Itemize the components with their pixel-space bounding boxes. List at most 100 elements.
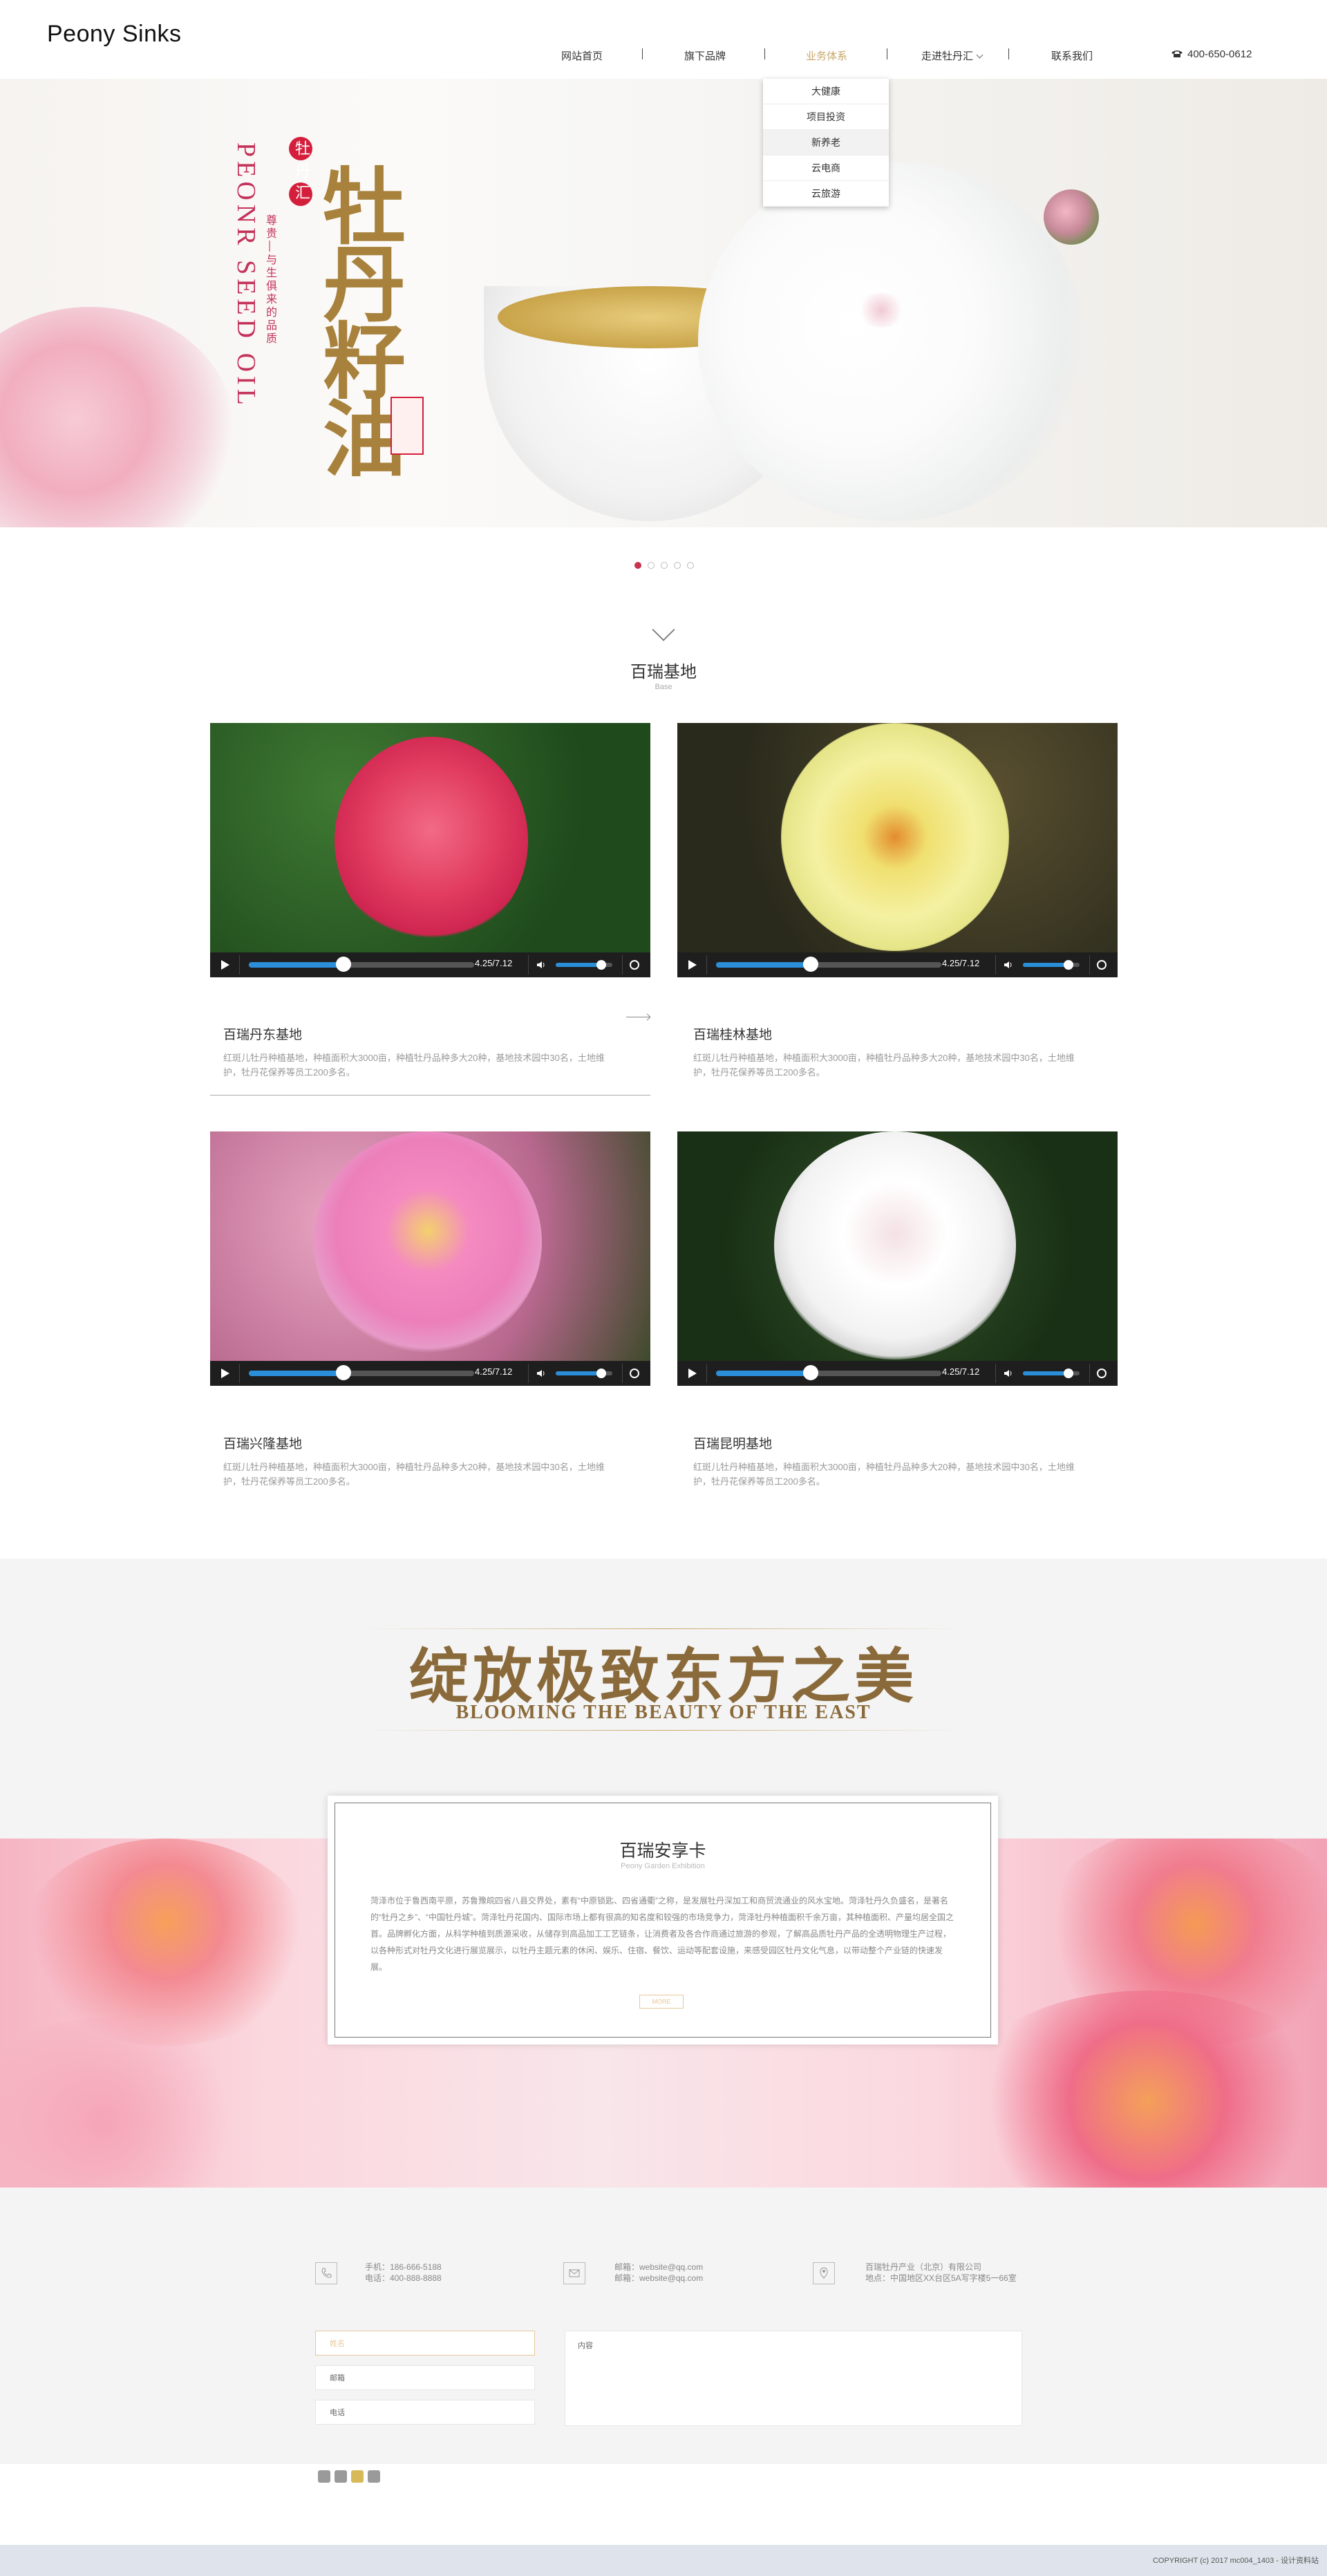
message-textarea[interactable]: 内容 xyxy=(565,2331,1022,2426)
phone-text: 400-650-0612 xyxy=(1187,48,1252,60)
carousel-dot-2[interactable] xyxy=(648,562,655,569)
section-subtitle: Base xyxy=(655,683,672,691)
logo[interactable]: Peony Sinks xyxy=(47,21,182,48)
header: Peony Sinks 网站首页 旗下品牌 业务体系 走进牡丹汇 联系我们 40… xyxy=(0,0,1327,79)
nav-brands[interactable]: 旗下品牌 xyxy=(684,48,726,63)
card-description: 红斑儿牡丹种植基地，种植面积大3000亩，种植牡丹品种多大20种，基地技术园中3… xyxy=(223,1053,605,1078)
location-icon xyxy=(813,2262,835,2284)
volume-icon[interactable] xyxy=(1004,1369,1013,1378)
video-controls: 4.25/7.12 xyxy=(210,1361,650,1386)
carousel-dot-5[interactable] xyxy=(687,562,694,569)
carousel-dot-3[interactable] xyxy=(661,562,668,569)
control-divider xyxy=(239,955,240,975)
share-icon[interactable] xyxy=(368,2470,380,2483)
yellow-peony-image xyxy=(677,723,1118,952)
card-title[interactable]: 百瑞昆明基地 xyxy=(693,1433,772,1452)
carousel-dots xyxy=(634,560,700,572)
yellow-peony xyxy=(781,723,1009,951)
fullscreen-icon[interactable] xyxy=(630,1369,639,1378)
volume-knob[interactable] xyxy=(596,1369,606,1378)
progress-knob[interactable] xyxy=(335,957,351,972)
pink-peony xyxy=(314,1131,542,1353)
nav-contact[interactable]: 联系我们 xyxy=(1051,48,1093,63)
video-time: 4.25/7.12 xyxy=(475,958,513,968)
peony-bud-image xyxy=(1044,189,1099,245)
red-peony xyxy=(335,737,528,944)
carousel-dot-4[interactable] xyxy=(674,562,681,569)
blooming-subtitle: BLOOMING THE BEAUTY OF THE EAST xyxy=(455,1702,872,1723)
qq-icon[interactable] xyxy=(335,2470,347,2483)
white-peony-image xyxy=(698,162,1085,521)
volume-knob[interactable] xyxy=(1063,960,1073,970)
pink-peony-image xyxy=(0,307,235,527)
video-player[interactable]: 4.25/7.12 xyxy=(677,723,1118,977)
chevron-down-icon[interactable] xyxy=(652,618,675,641)
progress-bar[interactable] xyxy=(716,1371,941,1376)
card-title[interactable]: 百瑞兴隆基地 xyxy=(223,1433,302,1452)
dropdown-item-ecommerce[interactable]: 云电商 xyxy=(763,156,889,181)
volume-icon[interactable] xyxy=(536,960,546,970)
video-player[interactable]: 4.25/7.12 xyxy=(210,723,650,977)
card-title[interactable]: 百瑞丹东基地 xyxy=(223,1024,302,1043)
nav-business[interactable]: 业务体系 xyxy=(806,48,847,63)
weibo-icon[interactable] xyxy=(318,2470,330,2483)
control-divider xyxy=(1089,955,1090,975)
wechat-icon[interactable] xyxy=(351,2470,364,2483)
control-divider xyxy=(622,955,623,975)
play-icon[interactable] xyxy=(688,960,697,970)
nav-divider xyxy=(1008,48,1009,59)
fullscreen-icon[interactable] xyxy=(1097,960,1107,970)
nav-about[interactable]: 走进牡丹汇 xyxy=(921,48,984,63)
video-player[interactable]: 4.25/7.12 xyxy=(210,1131,650,1386)
progress-bar[interactable] xyxy=(249,962,474,968)
dropdown-item-investment[interactable]: 项目投资 xyxy=(763,104,889,130)
progress-bar[interactable] xyxy=(716,962,941,968)
hero-slogan: 尊贵—与生俱来的品质 xyxy=(264,214,276,346)
box-subtitle: Peony Garden Exhibition xyxy=(621,1862,705,1870)
video-player[interactable]: 4.25/7.12 xyxy=(677,1131,1118,1386)
nav-home[interactable]: 网站首页 xyxy=(561,48,603,63)
gold-divider xyxy=(359,1730,968,1731)
play-icon[interactable] xyxy=(688,1369,697,1378)
phone-field[interactable]: 电话 xyxy=(315,2400,535,2425)
volume-fill xyxy=(556,1371,601,1375)
progress-bar[interactable] xyxy=(249,1371,474,1376)
progress-fill xyxy=(716,962,811,968)
pink-peony-image xyxy=(210,1131,650,1361)
dropdown-item-health[interactable]: 大健康 xyxy=(763,79,889,104)
carousel-dot-1[interactable] xyxy=(634,562,641,569)
control-divider xyxy=(1089,1364,1090,1383)
peony-blur xyxy=(0,2018,249,2188)
play-icon[interactable] xyxy=(221,960,229,970)
progress-knob[interactable] xyxy=(802,957,818,972)
volume-icon[interactable] xyxy=(536,1369,546,1378)
white-peony xyxy=(774,1131,1016,1360)
volume-knob[interactable] xyxy=(1063,1369,1073,1378)
dropdown-item-elderly-care[interactable]: 新养老 xyxy=(763,130,889,156)
card-description: 红斑儿牡丹种植基地，种植面积大3000亩，种植牡丹品种多大20种，基地技术园中3… xyxy=(693,1462,1075,1487)
name-field[interactable]: 姓名 xyxy=(315,2331,535,2356)
card-description: 红斑儿牡丹种植基地，种植面积大3000亩，种植牡丹品种多大20种，基地技术园中3… xyxy=(223,1462,605,1487)
volume-icon[interactable] xyxy=(1004,960,1013,970)
hero-banner xyxy=(0,79,1327,527)
more-button[interactable]: MORE xyxy=(639,1995,684,2009)
anxiang-card-box: 百瑞安享卡 Peony Garden Exhibition 菏泽市位于鲁西南平原… xyxy=(328,1796,998,2044)
dropdown-item-travel[interactable]: 云旅游 xyxy=(763,181,889,207)
progress-fill xyxy=(249,962,343,968)
progress-fill xyxy=(249,1371,343,1376)
progress-knob[interactable] xyxy=(335,1365,351,1380)
play-icon[interactable] xyxy=(221,1369,229,1378)
nav-divider xyxy=(642,48,643,59)
progress-knob[interactable] xyxy=(802,1365,818,1380)
volume-fill xyxy=(1023,1371,1069,1375)
peony-blur xyxy=(954,1991,1327,2188)
telephone-icon xyxy=(1171,50,1183,57)
email-field[interactable]: 邮箱 xyxy=(315,2365,535,2390)
nav-about-label: 走进牡丹汇 xyxy=(921,50,974,62)
card-title[interactable]: 百瑞桂林基地 xyxy=(693,1024,772,1043)
fullscreen-icon[interactable] xyxy=(630,960,639,970)
telephone-number: 电话：400-888-8888 xyxy=(365,2273,442,2283)
fullscreen-icon[interactable] xyxy=(1097,1369,1107,1378)
mobile-number: 手机：186-666-5188 xyxy=(365,2262,442,2272)
volume-knob[interactable] xyxy=(596,960,606,970)
